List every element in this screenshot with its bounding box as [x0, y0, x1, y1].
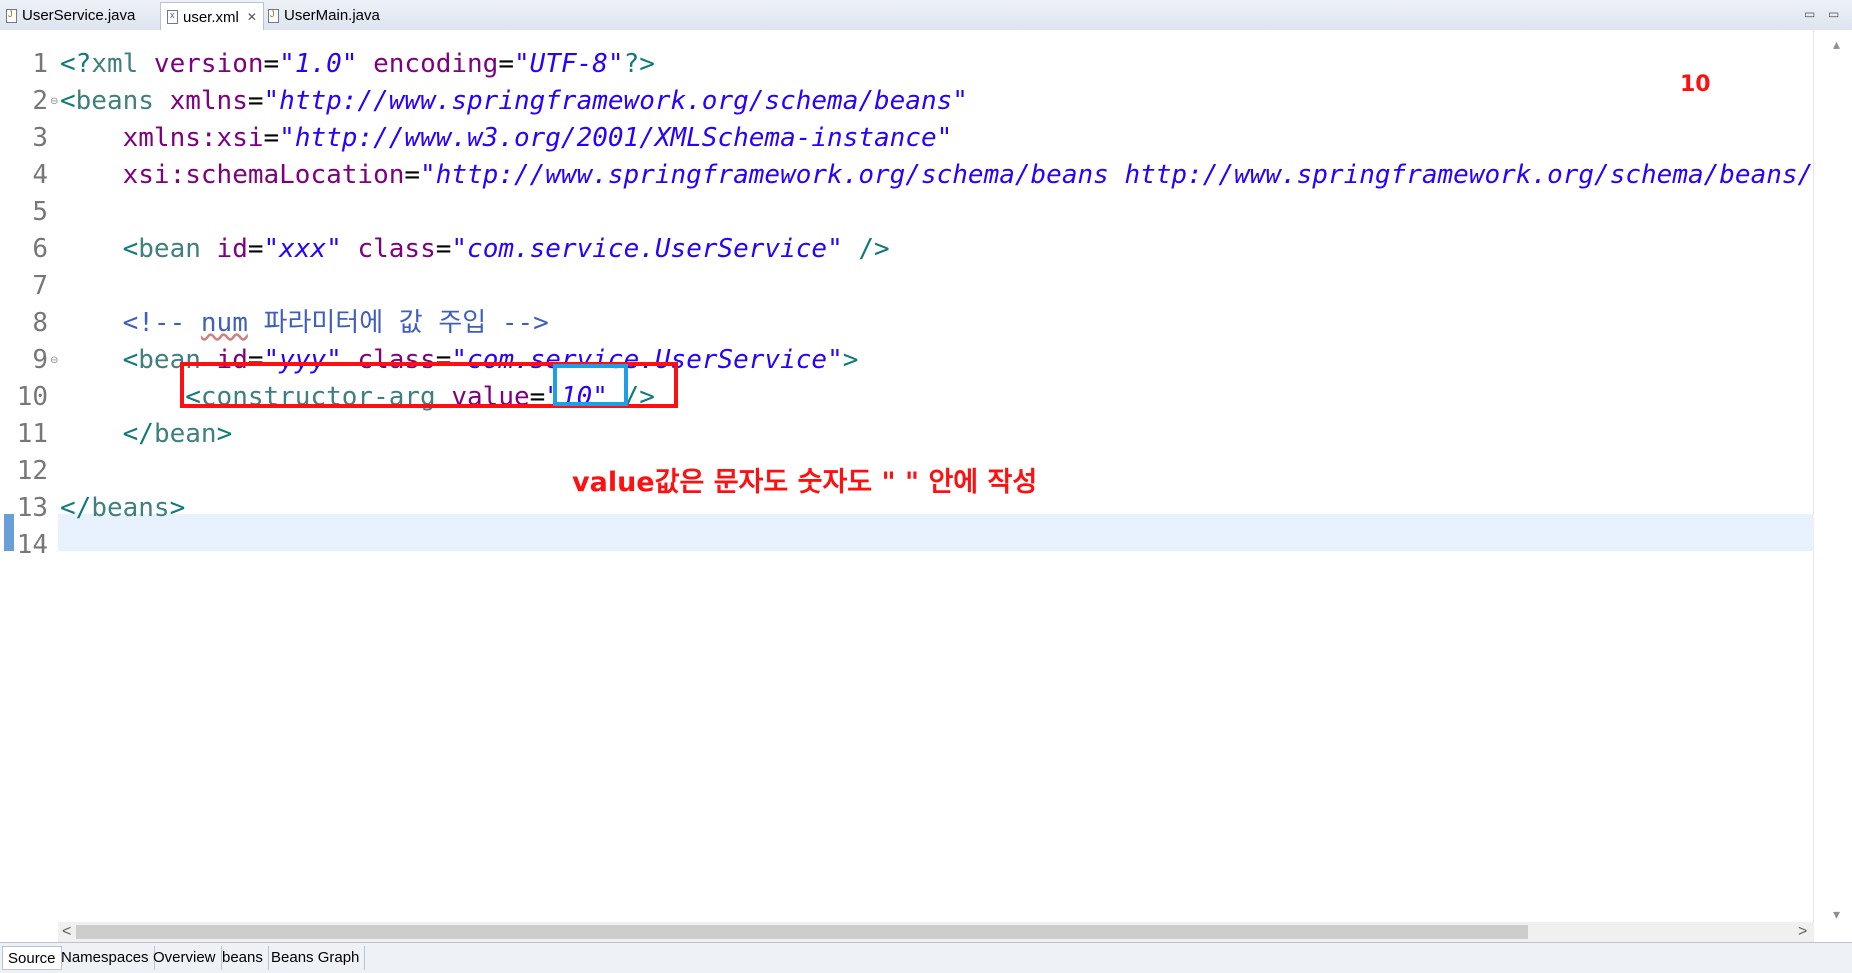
attribute-name: encoding	[357, 49, 499, 79]
line-number: 10	[16, 382, 48, 412]
annotation-note: value값은 문자도 숫자도 " " 안에 작성	[572, 467, 1038, 498]
editor-tab-bar: UserService.java user.xml ✕ UserMain.jav…	[0, 0, 1852, 31]
tab-label: UserMain.java	[284, 7, 380, 24]
comment-text: <!--	[122, 308, 201, 338]
line-number: 6	[32, 234, 48, 264]
editor-mode-tabs: Source Namespaces Overview beans Beans G…	[0, 942, 1852, 973]
comment-text: 파라미터에 값 주입 -->	[247, 308, 549, 338]
tag-name: beans	[75, 86, 154, 116]
tag-name: xml	[91, 49, 139, 79]
tab-namespaces[interactable]: Namespaces	[56, 946, 155, 970]
tag-bracket: <	[122, 345, 139, 375]
attribute-value: "http://www.springframework.org/schema/b…	[420, 160, 1814, 190]
code-line-11: </bean>	[60, 416, 1814, 453]
code-line-1: <?xml version="1.0" encoding="UTF-8"?>	[60, 49, 655, 79]
tab-label: user.xml	[183, 8, 239, 26]
minimize-icon[interactable]: ▭	[1804, 7, 1815, 21]
attribute-name: class	[341, 234, 436, 264]
scroll-down-icon[interactable]: ▾	[1833, 906, 1840, 923]
annotation-corner-number: 10	[1680, 72, 1711, 97]
attribute-value: "com.service.UserService"	[451, 234, 843, 264]
tag-bracket: ?>	[623, 49, 655, 79]
line-number: 14	[16, 530, 48, 560]
java-file-icon	[6, 8, 17, 23]
tag-bracket: <	[60, 86, 76, 116]
value-highlight-box	[553, 364, 628, 406]
line-number: 4	[32, 160, 48, 190]
overview-ruler	[1813, 30, 1852, 930]
tag-bracket: >	[216, 419, 233, 449]
line-number: 1	[32, 49, 48, 79]
scrollbar-thumb[interactable]	[76, 925, 1528, 939]
maximize-icon[interactable]: ▭	[1828, 7, 1839, 21]
java-file-icon	[268, 8, 279, 23]
tag-bracket: >	[169, 493, 186, 523]
attribute-value: "xxx"	[263, 234, 342, 264]
attribute-name: xmlns	[153, 86, 248, 116]
line-number: 11	[16, 419, 48, 449]
code-line-3: xmlns:xsi="http://www.w3.org/2001/XMLSch…	[122, 123, 953, 153]
xml-file-icon	[167, 10, 178, 24]
line-number: 7	[32, 271, 48, 301]
tag-name: bean	[153, 419, 217, 449]
tab-label: UserService.java	[22, 7, 136, 24]
tag-bracket: <?	[60, 49, 92, 79]
attribute-value: "http://www.springframework.org/schema/b…	[263, 86, 968, 116]
line-number: 2	[32, 86, 48, 116]
attribute-value: "1.0"	[279, 49, 358, 79]
xml-editor[interactable]: 1 2 ⊖ 3 4 5 6 7 8 9 ⊖ 10 11 12 13 14 <?x…	[0, 30, 1852, 930]
tab-source[interactable]: Source	[2, 946, 62, 970]
attribute-name: id	[200, 234, 248, 264]
line-number: 5	[32, 197, 48, 227]
tab-beans-graph[interactable]: Beans Graph	[266, 946, 366, 970]
line-number: 9	[32, 345, 48, 375]
attribute-name: xmlns:xsi	[122, 123, 264, 153]
attribute-name: version	[138, 49, 264, 79]
comment-text: num	[200, 308, 248, 338]
tag-bracket: </	[122, 419, 154, 449]
code-line-2: <beans xmlns="http://www.springframework…	[60, 86, 968, 116]
tag-bracket: </	[60, 493, 92, 523]
tab-user-xml[interactable]: user.xml ✕	[160, 2, 264, 31]
attribute-name: xsi:schemaLocation	[122, 160, 405, 190]
tab-usermain-java[interactable]: UserMain.java	[262, 2, 386, 29]
horizontal-scrollbar[interactable]: < >	[58, 922, 1814, 942]
code-line-8: <!-- num 파라미터에 값 주입 -->	[60, 305, 1814, 342]
tab-userservice-java[interactable]: UserService.java	[0, 2, 141, 29]
line-number: 12	[16, 456, 48, 486]
scroll-right-icon[interactable]: >	[1798, 922, 1807, 942]
fold-toggle-icon[interactable]: ⊖	[50, 96, 58, 107]
attribute-value: "http://www.w3.org/2001/XMLSchema-instan…	[279, 123, 953, 153]
code-line-4: xsi:schemaLocation="http://www.springfra…	[60, 157, 1814, 194]
tag-name: bean	[138, 234, 201, 264]
scroll-left-icon[interactable]: <	[62, 922, 71, 942]
tag-name: beans	[91, 493, 170, 523]
code-line-6: <bean id="xxx" class="com.service.UserSe…	[122, 234, 890, 264]
tab-beans[interactable]: beans	[217, 946, 269, 970]
left-ruler	[0, 30, 14, 930]
attribute-value: "UTF-8"	[514, 49, 624, 79]
line-number: 3	[32, 123, 48, 153]
tag-bracket: />	[842, 234, 890, 264]
fold-toggle-icon[interactable]: ⊖	[50, 355, 58, 366]
current-line-marker	[4, 514, 14, 551]
line-number: 13	[16, 493, 48, 523]
scroll-up-icon[interactable]: ▴	[1833, 36, 1840, 53]
tab-overview[interactable]: Overview	[148, 946, 222, 970]
close-icon[interactable]: ✕	[247, 10, 257, 24]
tag-bracket: >	[842, 345, 859, 375]
tag-bracket: <	[122, 234, 139, 264]
line-number: 8	[32, 308, 48, 338]
